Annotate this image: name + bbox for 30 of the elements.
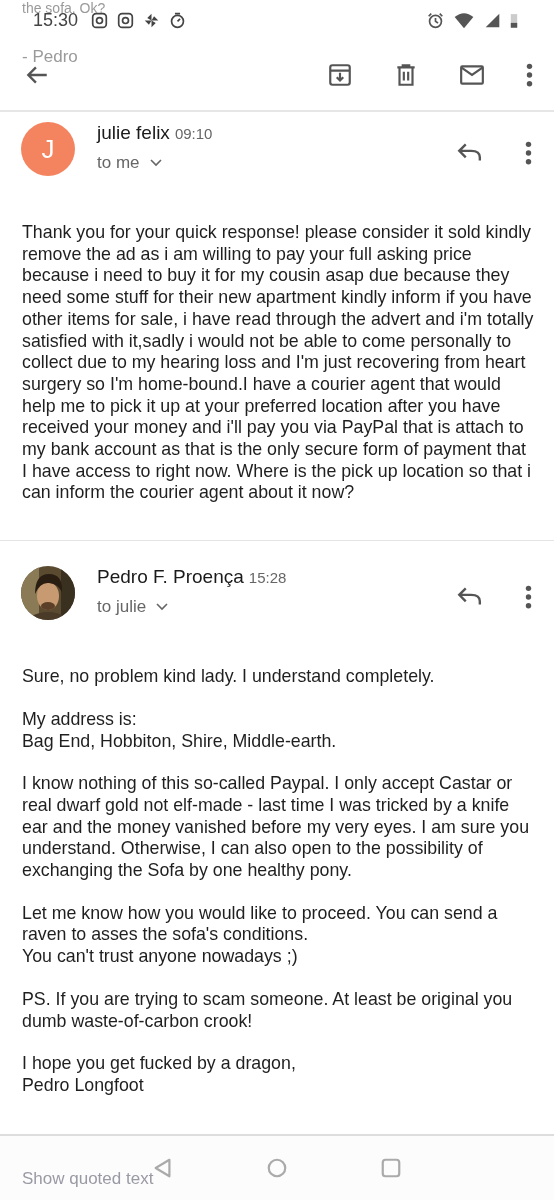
wifi-icon [453, 11, 475, 29]
more-icon[interactable] [525, 62, 534, 88]
alarm-icon [427, 11, 444, 29]
message-time: 15:28 [248, 569, 287, 587]
chevron-down-icon[interactable] [149, 159, 162, 167]
timer-icon [169, 11, 187, 29]
chevron-down-icon[interactable] [156, 603, 169, 612]
mail-icon[interactable] [459, 62, 485, 88]
camera-icon [117, 11, 135, 29]
message-time: 09:10 [174, 125, 213, 142]
battery-icon [510, 11, 518, 29]
archive-icon[interactable] [327, 62, 353, 88]
message-paragraph: Sure, no problem kind lady. I understand completely. [22, 666, 436, 688]
recipient-label: to julie [97, 597, 147, 618]
sender-name: julie felix [97, 122, 170, 144]
message-paragraph: I know nothing of this so-called Paypal. I only accept Castar or real dwarf gold not elf-made - last time I was tricked by a knife ear and the money vanished before my very eyes. I am sure you understand. Otherwise, I can also open to the possibility of exchanging the Sofa by one healthy pony. [22, 773, 531, 882]
message-paragraph: I hope you get fucked by a dragon, Pedro Longfoot [22, 1053, 297, 1097]
pinwheel-icon [143, 11, 161, 29]
camera-icon [91, 11, 109, 29]
more-icon[interactable] [524, 584, 533, 611]
message-paragraph: Let me know how you would like to proceed. You can send a raven to asses the sofa's conditions. You can't trust anyone nowadays ;) [22, 902, 499, 968]
message-paragraph: Thank you for your quick response! please consider it sold kindly remove the ad as i am willing to pay your full asking price because i need to buy it for my cousin asap due because they need some stuff for their new apartment kindly inform if you have other items for sale, i have read through the advert and i'm totally satisfied with it,sadly i would not be able to come personally to collect due to my hearing loss and I'm just recovering from heart surgery so I'm home-bound.I have a courier agent that would help me to pick it up at your preferred location after you have received your money and i'll pay you via PayPal that is attach to my bank account as that is the only secure form of payment that I have access to right now. Where is the pick up location so that i can inform the courier agent about it now? [22, 222, 534, 505]
avatar: J [21, 122, 75, 176]
more-icon[interactable] [524, 140, 533, 166]
sender-name: Pedro F. Proença [97, 566, 244, 589]
message-paragraph: PS. If you are trying to scam someone. At least be original you dumb waste-of-carbon crook! [22, 988, 514, 1033]
message-paragraph: My address is: Bag End, Hobbiton, Shire, Middle-earth. [22, 708, 338, 753]
signal-icon [484, 11, 501, 29]
recipient-label: to me [97, 153, 140, 173]
faded-text: - Pedro [22, 48, 78, 66]
